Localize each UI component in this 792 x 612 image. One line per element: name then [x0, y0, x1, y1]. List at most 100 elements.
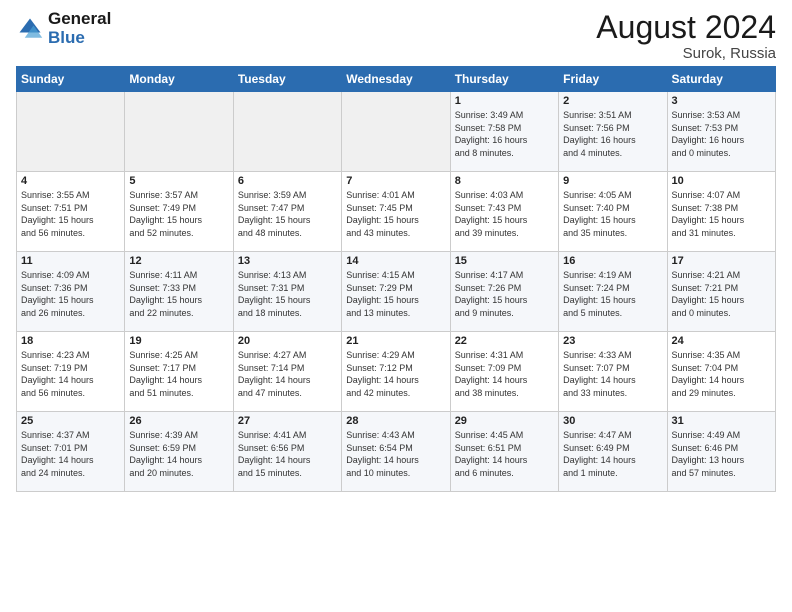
day-number: 20 — [238, 335, 337, 347]
week-row-4: 18Sunrise: 4:23 AM Sunset: 7:19 PM Dayli… — [17, 332, 776, 412]
day-info: Sunrise: 4:21 AM Sunset: 7:21 PM Dayligh… — [672, 269, 771, 319]
calendar-cell: 19 Sunrise: 4:25 AM Sunset: 7:17 PM Dayli… — [125, 332, 233, 412]
day-number: 5 — [129, 175, 228, 187]
day-info: Sunrise: 3:49 AM Sunset: 7:58 PM Dayligh… — [455, 109, 554, 159]
day-info: Sunrise: 4:09 AM Sunset: 7:36 PM Dayligh… — [21, 269, 120, 319]
day-info: Sunrise: 4:03 AM Sunset: 7:43 PM Dayligh… — [455, 189, 554, 239]
day-number: 28 — [346, 415, 445, 427]
calendar-cell: 18Sunrise: 4:23 AM Sunset: 7:19 PM Dayli… — [17, 332, 125, 412]
day-number: 30 — [563, 415, 662, 427]
day-info: Sunrise: 4:49 AM Sunset: 6:46 PM Dayligh… — [672, 429, 771, 479]
title-area: August 2024 Surok, Russia — [596, 10, 776, 62]
calendar-cell — [233, 92, 341, 172]
day-number: 25 — [21, 415, 120, 427]
day-info: Sunrise: 3:55 AM Sunset: 7:51 PM Dayligh… — [21, 189, 120, 239]
calendar-cell: 17 Sunrise: 4:21 AM Sunset: 7:21 PM Dayli… — [667, 252, 775, 332]
day-info: Sunrise: 3:57 AM Sunset: 7:49 PM Dayligh… — [129, 189, 228, 239]
calendar-cell: 29Sunrise: 4:45 AM Sunset: 6:51 PM Dayli… — [450, 412, 558, 492]
logo-text: General Blue — [48, 10, 111, 47]
calendar-cell: 15 Sunrise: 4:17 AM Sunset: 7:26 PM Dayli… — [450, 252, 558, 332]
day-number: 3 — [672, 95, 771, 107]
calendar-cell: 24Sunrise: 4:35 AM Sunset: 7:04 PM Dayli… — [667, 332, 775, 412]
day-number: 19 — [129, 335, 228, 347]
calendar-cell: 13 Sunrise: 4:13 AM Sunset: 7:31 PM Dayli… — [233, 252, 341, 332]
calendar-cell: 31 Sunrise: 4:49 AM Sunset: 6:46 PM Dayli… — [667, 412, 775, 492]
calendar-cell: 28 Sunrise: 4:43 AM Sunset: 6:54 PM Dayli… — [342, 412, 450, 492]
day-number: 8 — [455, 175, 554, 187]
day-info: Sunrise: 4:19 AM Sunset: 7:24 PM Dayligh… — [563, 269, 662, 319]
day-number: 22 — [455, 335, 554, 347]
day-number: 11 — [21, 255, 120, 267]
col-header-saturday: Saturday — [667, 67, 775, 92]
calendar-cell: 4Sunrise: 3:55 AM Sunset: 7:51 PM Daylig… — [17, 172, 125, 252]
calendar-cell: 23 Sunrise: 4:33 AM Sunset: 7:07 PM Dayli… — [559, 332, 667, 412]
day-info: Sunrise: 4:37 AM Sunset: 7:01 PM Dayligh… — [21, 429, 120, 479]
day-info: Sunrise: 4:31 AM Sunset: 7:09 PM Dayligh… — [455, 349, 554, 399]
week-row-1: 1 Sunrise: 3:49 AM Sunset: 7:58 PM Daylig… — [17, 92, 776, 172]
day-number: 6 — [238, 175, 337, 187]
day-number: 24 — [672, 335, 771, 347]
week-row-2: 4Sunrise: 3:55 AM Sunset: 7:51 PM Daylig… — [17, 172, 776, 252]
day-info: Sunrise: 4:15 AM Sunset: 7:29 PM Dayligh… — [346, 269, 445, 319]
day-number: 10 — [672, 175, 771, 187]
calendar-cell: 2Sunrise: 3:51 AM Sunset: 7:56 PM Daylig… — [559, 92, 667, 172]
day-info: Sunrise: 4:41 AM Sunset: 6:56 PM Dayligh… — [238, 429, 337, 479]
calendar-cell: 3Sunrise: 3:53 AM Sunset: 7:53 PM Daylig… — [667, 92, 775, 172]
calendar-cell: 10 Sunrise: 4:07 AM Sunset: 7:38 PM Dayli… — [667, 172, 775, 252]
col-header-friday: Friday — [559, 67, 667, 92]
day-info: Sunrise: 4:07 AM Sunset: 7:38 PM Dayligh… — [672, 189, 771, 239]
calendar-cell: 11 Sunrise: 4:09 AM Sunset: 7:36 PM Dayli… — [17, 252, 125, 332]
day-info: Sunrise: 4:33 AM Sunset: 7:07 PM Dayligh… — [563, 349, 662, 399]
day-info: Sunrise: 4:13 AM Sunset: 7:31 PM Dayligh… — [238, 269, 337, 319]
day-number: 9 — [563, 175, 662, 187]
calendar-cell: 27 Sunrise: 4:41 AM Sunset: 6:56 PM Dayli… — [233, 412, 341, 492]
day-number: 23 — [563, 335, 662, 347]
day-number: 7 — [346, 175, 445, 187]
col-header-sunday: Sunday — [17, 67, 125, 92]
day-number: 16 — [563, 255, 662, 267]
logo-icon — [16, 15, 44, 43]
location: Surok, Russia — [596, 45, 776, 62]
day-info: Sunrise: 3:59 AM Sunset: 7:47 PM Dayligh… — [238, 189, 337, 239]
day-number: 26 — [129, 415, 228, 427]
calendar-cell — [125, 92, 233, 172]
day-info: Sunrise: 4:11 AM Sunset: 7:33 PM Dayligh… — [129, 269, 228, 319]
day-number: 1 — [455, 95, 554, 107]
day-info: Sunrise: 4:01 AM Sunset: 7:45 PM Dayligh… — [346, 189, 445, 239]
day-info: Sunrise: 4:45 AM Sunset: 6:51 PM Dayligh… — [455, 429, 554, 479]
col-header-tuesday: Tuesday — [233, 67, 341, 92]
day-number: 17 — [672, 255, 771, 267]
page: General Blue August 2024 Surok, Russia S… — [0, 0, 792, 612]
calendar-cell: 8 Sunrise: 4:03 AM Sunset: 7:43 PM Daylig… — [450, 172, 558, 252]
calendar-cell: 12Sunrise: 4:11 AM Sunset: 7:33 PM Dayli… — [125, 252, 233, 332]
day-info: Sunrise: 3:51 AM Sunset: 7:56 PM Dayligh… — [563, 109, 662, 159]
day-number: 27 — [238, 415, 337, 427]
calendar-cell: 20Sunrise: 4:27 AM Sunset: 7:14 PM Dayli… — [233, 332, 341, 412]
calendar-cell: 22 Sunrise: 4:31 AM Sunset: 7:09 PM Dayli… — [450, 332, 558, 412]
day-number: 31 — [672, 415, 771, 427]
day-number: 15 — [455, 255, 554, 267]
calendar-cell — [17, 92, 125, 172]
day-info: Sunrise: 4:17 AM Sunset: 7:26 PM Dayligh… — [455, 269, 554, 319]
calendar-cell: 25 Sunrise: 4:37 AM Sunset: 7:01 PM Dayli… — [17, 412, 125, 492]
calendar-cell: 14 Sunrise: 4:15 AM Sunset: 7:29 PM Dayli… — [342, 252, 450, 332]
day-info: Sunrise: 4:23 AM Sunset: 7:19 PM Dayligh… — [21, 349, 120, 399]
logo: General Blue — [16, 10, 111, 47]
week-row-3: 11 Sunrise: 4:09 AM Sunset: 7:36 PM Dayli… — [17, 252, 776, 332]
day-info: Sunrise: 4:43 AM Sunset: 6:54 PM Dayligh… — [346, 429, 445, 479]
calendar-table: SundayMondayTuesdayWednesdayThursdayFrid… — [16, 66, 776, 492]
calendar-cell: 6 Sunrise: 3:59 AM Sunset: 7:47 PM Daylig… — [233, 172, 341, 252]
calendar-cell: 1 Sunrise: 3:49 AM Sunset: 7:58 PM Daylig… — [450, 92, 558, 172]
calendar-cell: 5 Sunrise: 3:57 AM Sunset: 7:49 PM Daylig… — [125, 172, 233, 252]
day-number: 14 — [346, 255, 445, 267]
day-number: 21 — [346, 335, 445, 347]
day-info: Sunrise: 4:25 AM Sunset: 7:17 PM Dayligh… — [129, 349, 228, 399]
calendar-cell — [342, 92, 450, 172]
calendar-cell: 16 Sunrise: 4:19 AM Sunset: 7:24 PM Dayli… — [559, 252, 667, 332]
day-number: 13 — [238, 255, 337, 267]
month-title: August 2024 — [596, 10, 776, 45]
calendar-cell: 21Sunrise: 4:29 AM Sunset: 7:12 PM Dayli… — [342, 332, 450, 412]
col-header-monday: Monday — [125, 67, 233, 92]
day-info: Sunrise: 4:39 AM Sunset: 6:59 PM Dayligh… — [129, 429, 228, 479]
header: General Blue August 2024 Surok, Russia — [16, 10, 776, 62]
